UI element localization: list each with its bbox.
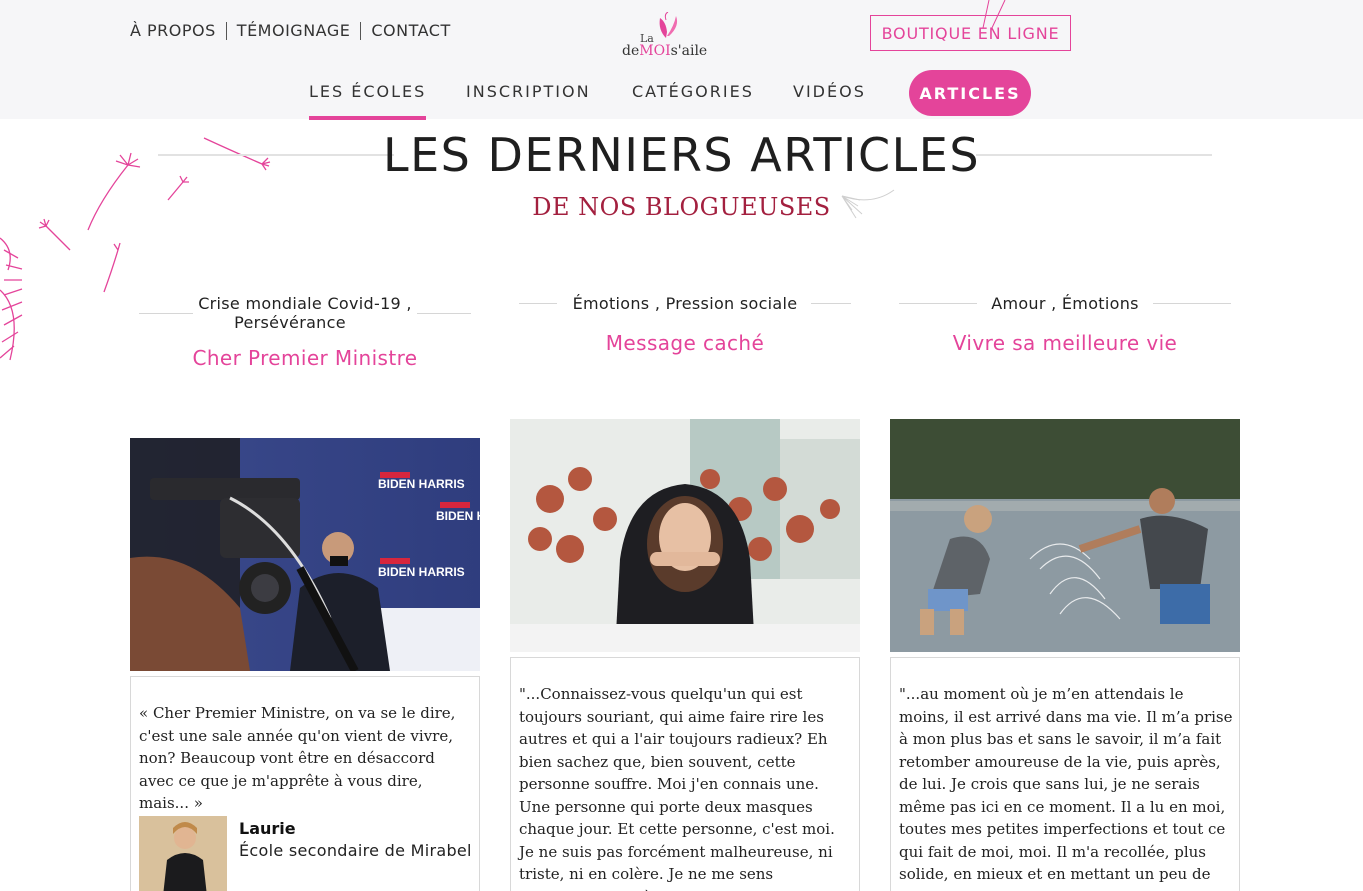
article-2-card: "...Connaissez-vous quelqu'un qui est to… <box>510 657 860 891</box>
photo-sign: BIDEN HARRIS <box>378 565 465 579</box>
author-portrait <box>139 816 227 891</box>
article-3-excerpt: "...au moment où je m’en attendais le mo… <box>899 685 1233 891</box>
article-3-title[interactable]: Vivre sa meilleure vie <box>899 331 1231 355</box>
logo-moi: MOI <box>639 43 671 59</box>
article-3-card: "...au moment où je m’en attendais le mo… <box>890 657 1240 891</box>
article-2-header: Émotions , Pression sociale Message cach… <box>519 294 851 355</box>
article-3-image[interactable] <box>890 419 1240 652</box>
logo-saile: s'aile <box>670 43 708 59</box>
article-1-title[interactable]: Cher Premier Ministre <box>139 346 471 370</box>
couple-water-illustration <box>890 419 1240 652</box>
top-link-contact[interactable]: CONTACT <box>371 21 450 40</box>
article-1-card: « Cher Premier Ministre, on va se le dir… <box>130 676 480 891</box>
girl-hoodie-illustration <box>510 419 860 652</box>
article-1-categories[interactable]: Crise mondiale Covid-19 , Persévérance <box>139 294 471 332</box>
site-header: À PROPOS TÉMOIGNAGE CONTACT La deMOIs'ai… <box>0 0 1363 120</box>
nav-articles[interactable]: ARTICLES <box>909 70 1031 116</box>
article-2-image[interactable] <box>510 419 860 652</box>
site-logo[interactable]: La deMOIs'aile <box>620 12 710 64</box>
article-1-image[interactable]: BIDEN HARRIS BIDEN HARRIS BIDEN HARRIS B… <box>130 438 480 671</box>
article-1-excerpt: « Cher Premier Ministre, on va se le dir… <box>139 704 456 812</box>
page-subtitle: DE NOS BLOGUEUSES <box>532 193 831 221</box>
dandelion-seed-decoration <box>841 189 895 219</box>
butterfly-icon <box>659 12 678 38</box>
article-1-header: Crise mondiale Covid-19 , Persévérance C… <box>139 294 471 370</box>
article-2-categories[interactable]: Émotions , Pression sociale <box>519 294 851 313</box>
author-name[interactable]: Laurie <box>239 819 296 838</box>
logo-wordmark: deMOIs'aile <box>622 43 707 59</box>
seed-decoration <box>982 0 1006 31</box>
article-3-header: Amour , Émotions Vivre sa meilleure vie <box>899 294 1231 355</box>
nav-les-ecoles[interactable]: LES ÉCOLES <box>309 82 427 120</box>
press-conference-illustration: BIDEN HARRIS BIDEN HARRIS BIDEN HARRIS B… <box>130 438 480 671</box>
top-link-temoignage[interactable]: TÉMOIGNAGE <box>237 21 351 40</box>
logo-de: de <box>622 43 640 59</box>
author-school: École secondaire de Mirabel <box>239 841 472 860</box>
author-avatar[interactable] <box>139 816 227 891</box>
photo-sign: BIDEN HARRIS <box>436 509 480 523</box>
nav-categories[interactable]: CATÉGORIES <box>632 82 754 101</box>
link-separator <box>225 21 227 40</box>
page-title: LES DERNIERS ARTICLES <box>382 128 981 182</box>
article-2-title[interactable]: Message caché <box>519 331 851 355</box>
article-3-categories[interactable]: Amour , Émotions <box>899 294 1231 313</box>
top-link-a-propos[interactable]: À PROPOS <box>130 21 216 40</box>
article-1-category-line1: Crise mondiale Covid-19 , <box>198 294 412 313</box>
article-1-category-line2: Persévérance <box>234 313 346 332</box>
shop-online-button[interactable]: BOUTIQUE EN LIGNE <box>870 15 1071 51</box>
top-links: À PROPOS TÉMOIGNAGE CONTACT <box>130 21 451 40</box>
main-nav: LES ÉCOLES INSCRIPTION CATÉGORIES VIDÉOS… <box>0 70 1363 120</box>
nav-videos[interactable]: VIDÉOS <box>793 82 866 101</box>
photo-sign: BIDEN HARRIS <box>378 477 465 491</box>
link-separator <box>360 21 362 40</box>
nav-inscription[interactable]: INSCRIPTION <box>466 82 591 101</box>
article-2-excerpt: "...Connaissez-vous quelqu'un qui est to… <box>519 685 835 891</box>
